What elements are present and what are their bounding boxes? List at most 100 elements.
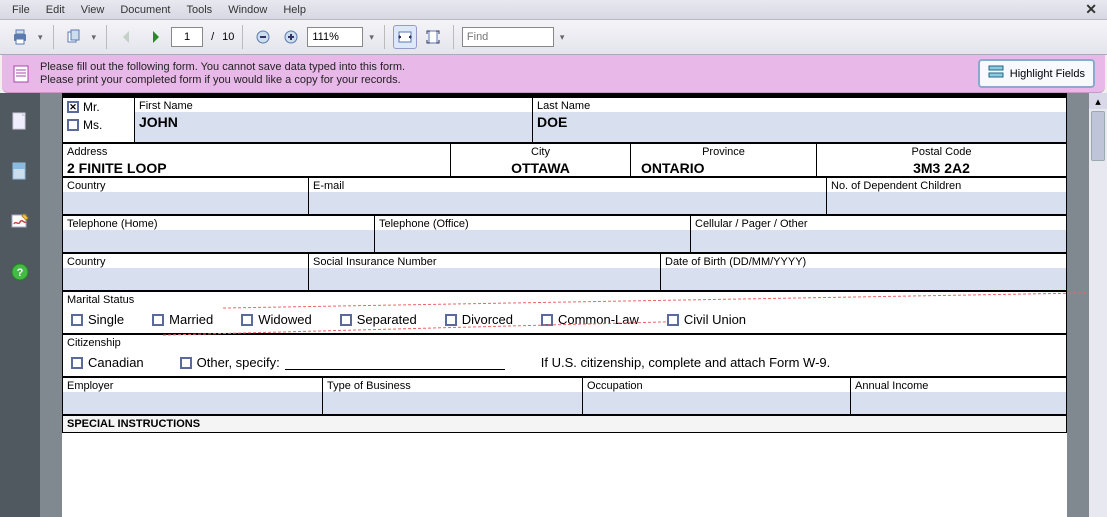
marital-common-law-checkbox[interactable]: [541, 314, 553, 326]
pages-panel-icon[interactable]: [9, 111, 31, 133]
marital-civil union-checkbox[interactable]: [667, 314, 679, 326]
postal-label: Postal Code: [817, 144, 1066, 158]
next-page-icon[interactable]: [143, 25, 167, 49]
marital-divorced-label: Divorced: [462, 312, 513, 327]
scroll-up-icon[interactable]: ▴: [1089, 93, 1107, 109]
email-input[interactable]: [309, 192, 826, 214]
print-icon[interactable]: [8, 25, 32, 49]
zoom-dropdown-icon[interactable]: ▾: [367, 32, 376, 43]
print-dropdown-icon[interactable]: ▾: [36, 32, 45, 43]
sin-label: Social Insurance Number: [309, 254, 660, 268]
tel-home-input[interactable]: [63, 230, 374, 252]
document-viewport[interactable]: Mr. Ms. First Name JOHN Last Name DOE: [40, 93, 1089, 517]
banner-line2: Please print your completed form if you …: [40, 74, 405, 87]
zoom-out-icon[interactable]: [251, 25, 275, 49]
form-banner: Please fill out the following form. You …: [2, 55, 1105, 93]
last-name-label: Last Name: [533, 98, 1066, 112]
close-icon[interactable]: ✕: [1079, 1, 1103, 18]
salutation-mr-label: Mr.: [83, 100, 100, 114]
menu-document[interactable]: Document: [112, 4, 178, 16]
dep-children-input[interactable]: [827, 192, 1066, 214]
marital-married-checkbox[interactable]: [152, 314, 164, 326]
last-name-input[interactable]: DOE: [533, 112, 1066, 142]
help-panel-icon[interactable]: ?: [9, 261, 31, 283]
address-label: Address: [63, 144, 450, 158]
biztype-label: Type of Business: [323, 378, 582, 392]
province-value[interactable]: ONTARIO: [631, 158, 816, 176]
occupation-label: Occupation: [583, 378, 850, 392]
scrollbar-thumb[interactable]: [1091, 111, 1105, 161]
city-value[interactable]: OTTAWA: [451, 158, 630, 176]
country2-input[interactable]: [63, 268, 308, 290]
city-label: City: [451, 144, 630, 158]
citizenship-canadian-label: Canadian: [88, 355, 144, 370]
page-total: 10: [222, 31, 234, 43]
country-input[interactable]: [63, 192, 308, 214]
signatures-panel-icon[interactable]: [9, 211, 31, 233]
menu-edit[interactable]: Edit: [38, 4, 73, 16]
marital-separated-checkbox[interactable]: [340, 314, 352, 326]
cell-input[interactable]: [691, 230, 1066, 252]
fit-width-icon[interactable]: [393, 25, 417, 49]
menu-window[interactable]: Window: [220, 4, 275, 16]
salutation-ms-checkbox[interactable]: [67, 119, 79, 131]
marital-common-law-label: Common-Law: [558, 312, 639, 327]
email-label: E-mail: [309, 178, 826, 192]
biztype-input[interactable]: [323, 392, 582, 414]
find-input[interactable]: [462, 27, 554, 47]
pages-dropdown-icon[interactable]: ▾: [90, 32, 99, 43]
postal-value[interactable]: 3M3 2A2: [817, 158, 1066, 176]
citizenship-canadian-checkbox[interactable]: [71, 357, 83, 369]
first-name-input[interactable]: JOHN: [135, 112, 532, 142]
toolbar: ▾ ▾ / 10 ▾ ▾: [0, 20, 1107, 55]
citizenship-other-input[interactable]: [285, 356, 505, 370]
citizenship-us-note: If U.S. citizenship, complete and attach…: [541, 355, 831, 370]
highlight-label: Highlight Fields: [1010, 68, 1085, 80]
fit-page-icon[interactable]: [421, 25, 445, 49]
find-dropdown-icon[interactable]: ▾: [558, 32, 567, 43]
marital-label: Marital Status: [63, 292, 1066, 306]
form-icon: [12, 65, 30, 83]
citizenship-label: Citizenship: [63, 335, 1066, 349]
citizenship-other-label: Other, specify:: [197, 355, 280, 370]
income-input[interactable]: [851, 392, 1066, 414]
dep-children-label: No. of Dependent Children: [827, 178, 1066, 192]
zoom-in-icon[interactable]: [279, 25, 303, 49]
zoom-select[interactable]: [307, 27, 363, 47]
marital-single-checkbox[interactable]: [71, 314, 83, 326]
employer-input[interactable]: [63, 392, 322, 414]
page-number-input[interactable]: [171, 27, 203, 47]
salutation-ms-label: Ms.: [83, 118, 102, 132]
marital-divorced-checkbox[interactable]: [445, 314, 457, 326]
svg-text:?: ?: [17, 267, 24, 279]
page-separator: /: [207, 31, 218, 43]
employer-label: Employer: [63, 378, 322, 392]
marital-widowed-label: Widowed: [258, 312, 311, 327]
menu-view[interactable]: View: [73, 4, 113, 16]
marital-married-label: Married: [169, 312, 213, 327]
marital-civil union-label: Civil Union: [684, 312, 746, 327]
dob-input[interactable]: [661, 268, 1066, 290]
prev-page-icon[interactable]: [115, 25, 139, 49]
occupation-input[interactable]: [583, 392, 850, 414]
menu-file[interactable]: File: [4, 4, 38, 16]
tel-office-input[interactable]: [375, 230, 690, 252]
bookmarks-panel-icon[interactable]: [9, 161, 31, 183]
salutation-mr-checkbox[interactable]: [67, 101, 79, 113]
menu-help[interactable]: Help: [275, 4, 314, 16]
banner-line1: Please fill out the following form. You …: [40, 61, 405, 74]
country2-label: Country: [63, 254, 308, 268]
marital-single-label: Single: [88, 312, 124, 327]
address-value[interactable]: 2 FINITE LOOP: [63, 158, 450, 176]
vertical-scrollbar[interactable]: ▴: [1089, 93, 1107, 517]
highlight-fields-button[interactable]: Highlight Fields: [978, 59, 1095, 88]
cell-label: Cellular / Pager / Other: [691, 216, 1066, 230]
main-area: ? Mr. Ms. First Name JOHN Last Name: [0, 93, 1107, 517]
province-label: Province: [631, 144, 816, 158]
sin-input[interactable]: [309, 268, 660, 290]
marital-widowed-checkbox[interactable]: [241, 314, 253, 326]
citizenship-other-checkbox[interactable]: [180, 357, 192, 369]
pages-icon[interactable]: [62, 25, 86, 49]
form-page: Mr. Ms. First Name JOHN Last Name DOE: [62, 93, 1067, 517]
menu-tools[interactable]: Tools: [179, 4, 221, 16]
